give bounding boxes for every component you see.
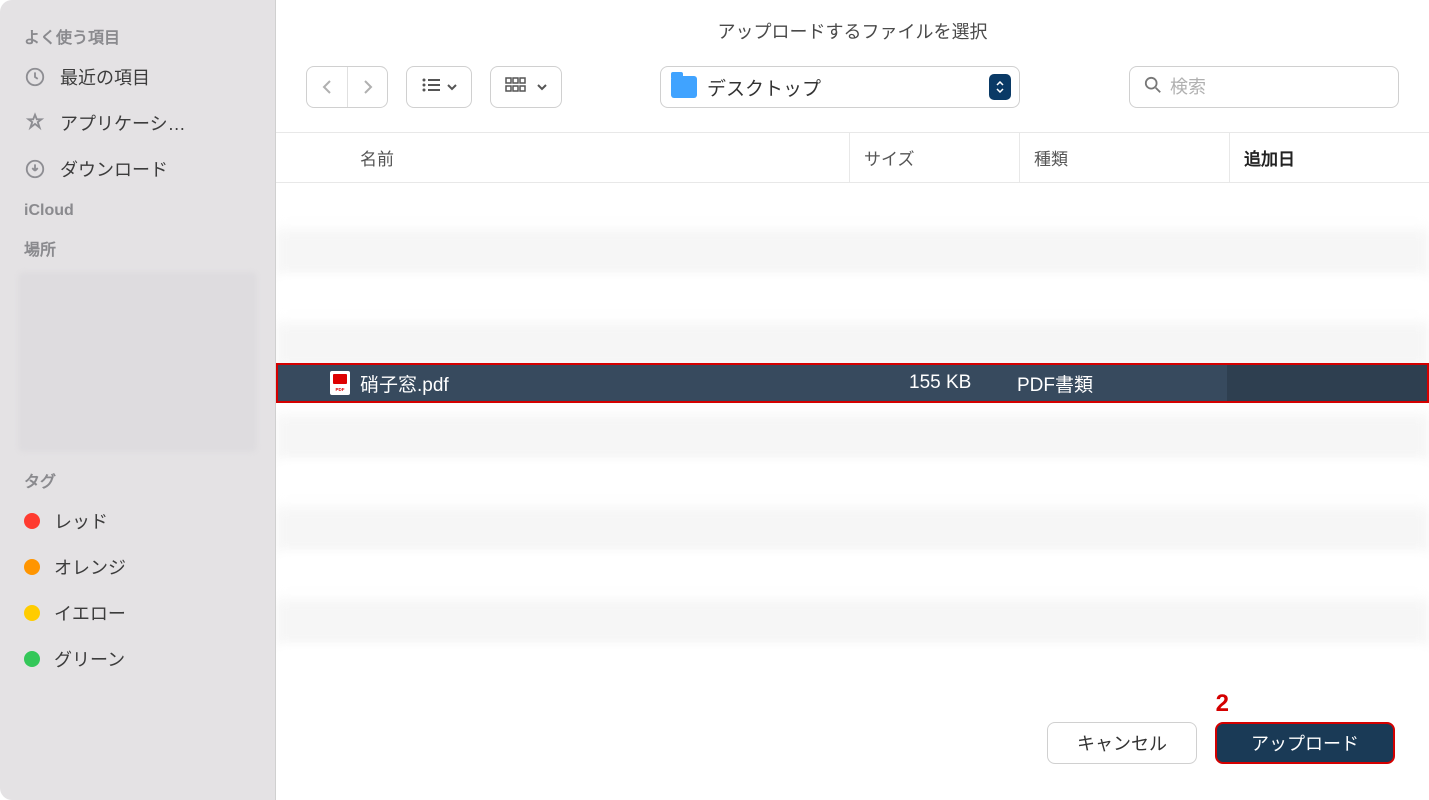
column-header-row: 名前 サイズ 種類 追加日 xyxy=(276,132,1429,183)
sidebar-item-label: アプリケーシ… xyxy=(60,110,186,136)
app-icon xyxy=(24,112,46,134)
cancel-button[interactable]: キャンセル xyxy=(1047,722,1197,764)
folder-icon xyxy=(671,76,697,98)
location-label: デスクトップ xyxy=(707,74,979,101)
sidebar-item-applications[interactable]: アプリケーシ… xyxy=(0,100,275,146)
sidebar-tag-label: イエロー xyxy=(54,600,126,626)
file-list: 1 硝子窓.pdf 155 KB PDF書類 xyxy=(276,183,1429,692)
sidebar-section-locations: 場所 xyxy=(0,226,275,266)
blurred-files xyxy=(276,183,1429,692)
forward-button[interactable] xyxy=(347,67,387,107)
tag-dot-icon xyxy=(24,559,40,575)
sidebar-tag-red[interactable]: レッド xyxy=(0,498,275,544)
sidebar-section-favorites: よく使う項目 xyxy=(0,14,275,54)
search-box[interactable] xyxy=(1129,66,1399,108)
location-dropdown[interactable]: デスクトップ xyxy=(660,66,1020,108)
column-header-date[interactable]: 追加日 xyxy=(1229,133,1429,182)
sidebar-section-icloud: iCloud xyxy=(0,192,275,226)
download-icon xyxy=(24,158,46,180)
back-button[interactable] xyxy=(307,67,347,107)
file-row-selected[interactable]: 硝子窓.pdf 155 KB PDF書類 xyxy=(276,363,1429,403)
clock-icon xyxy=(24,66,46,88)
toolbar: デスクトップ xyxy=(276,54,1429,132)
dialog-title: アップロードするファイルを選択 xyxy=(276,0,1429,54)
sidebar-tag-yellow[interactable]: イエロー xyxy=(0,590,275,636)
upload-button[interactable]: アップロード xyxy=(1215,722,1395,764)
dialog-footer: 2 キャンセル アップロード xyxy=(276,692,1429,800)
column-header-name[interactable]: 名前 xyxy=(276,133,849,182)
search-icon xyxy=(1144,76,1162,99)
main-panel: アップロードするファイルを選択 xyxy=(276,0,1429,800)
file-name-cell: 硝子窓.pdf xyxy=(278,370,909,397)
pdf-file-icon xyxy=(330,371,350,395)
sidebar: よく使う項目 最近の項目 アプリケーシ… ダウンロード iCloud 場所 タグ xyxy=(0,0,276,800)
sidebar-item-recents[interactable]: 最近の項目 xyxy=(0,54,275,100)
column-header-size[interactable]: サイズ xyxy=(849,133,1019,182)
chevron-down-icon xyxy=(537,78,547,96)
tag-dot-icon xyxy=(24,605,40,621)
tag-dot-icon xyxy=(24,651,40,667)
sidebar-item-downloads[interactable]: ダウンロード xyxy=(0,146,275,192)
sidebar-item-label: ダウンロード xyxy=(60,156,168,182)
list-icon xyxy=(421,77,441,98)
sidebar-item-label: 最近の項目 xyxy=(60,64,150,90)
file-kind: PDF書類 xyxy=(1017,370,1227,397)
sidebar-tag-orange[interactable]: オレンジ xyxy=(0,544,275,590)
annotation-2: 2 xyxy=(1216,690,1229,718)
view-group-button[interactable] xyxy=(490,66,562,108)
file-date xyxy=(1227,365,1427,401)
sidebar-tag-green[interactable]: グリーン xyxy=(0,636,275,682)
sidebar-section-tags: タグ xyxy=(0,458,275,498)
search-input[interactable] xyxy=(1170,77,1384,98)
tag-dot-icon xyxy=(24,513,40,529)
file-name: 硝子窓.pdf xyxy=(360,370,449,397)
nav-group xyxy=(306,66,388,108)
sidebar-tag-label: レッド xyxy=(54,508,108,534)
sidebar-tag-label: グリーン xyxy=(54,646,125,672)
chevron-down-icon xyxy=(447,78,457,96)
file-size: 155 KB xyxy=(909,372,1017,394)
view-list-button[interactable] xyxy=(406,66,472,108)
file-open-dialog: よく使う項目 最近の項目 アプリケーシ… ダウンロード iCloud 場所 タグ xyxy=(0,0,1429,800)
sidebar-locations-blurred xyxy=(18,272,257,452)
sidebar-tag-label: オレンジ xyxy=(54,554,126,580)
grid-group-icon xyxy=(505,77,531,98)
column-header-kind[interactable]: 種類 xyxy=(1019,133,1229,182)
up-down-icon xyxy=(989,74,1011,100)
